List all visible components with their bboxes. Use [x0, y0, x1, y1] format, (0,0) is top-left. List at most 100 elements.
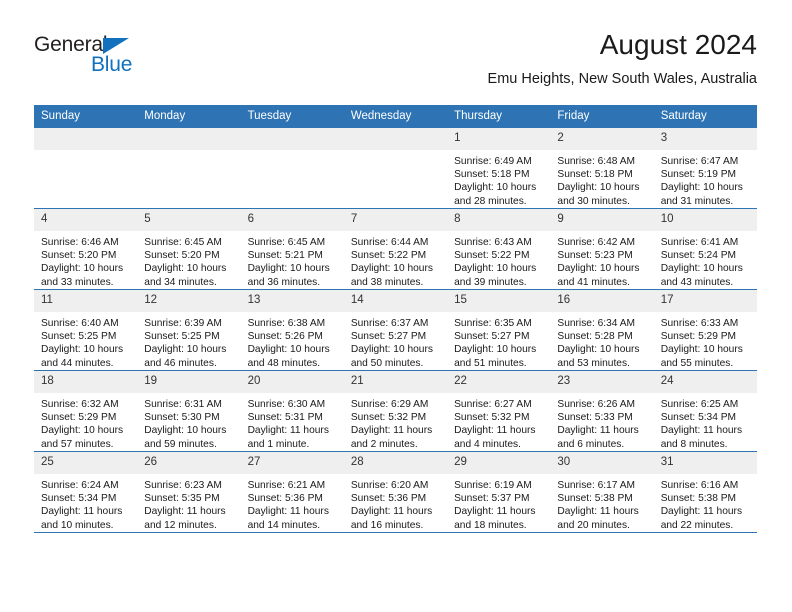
sunrise-time: Sunrise: 6:30 AM [247, 399, 326, 410]
day-number: 21 [343, 371, 448, 393]
daylight-duration-line2: and 51 minutes. [454, 357, 527, 369]
calendar-day-cell[interactable]: 25 Sunrise: 6:24 AM Sunset: 5:34 PM Dayligh… [34, 451, 138, 533]
day-details: Sunrise: 6:44 AM Sunset: 5:22 PM Daylight:… [344, 231, 447, 289]
calendar-day-cell[interactable]: 17 Sunrise: 6:33 AM Sunset: 5:29 PM Dayligh… [653, 289, 757, 371]
calendar-week-row: 25 Sunrise: 6:24 AM Sunset: 5:34 PM Dayligh… [34, 451, 757, 533]
daylight-duration-line1: Daylight: 10 hours [247, 344, 330, 356]
calendar-day-cell[interactable]: 8 Sunrise: 6:43 AM Sunset: 5:22 PM Daylight… [447, 208, 551, 290]
calendar-day-cell[interactable]: 12 Sunrise: 6:39 AM Sunset: 5:25 PM Dayligh… [137, 289, 241, 371]
day-number: 20 [240, 371, 344, 393]
day-details: Sunrise: 6:23 AM Sunset: 5:35 PM Daylight:… [137, 474, 240, 532]
sunset-time: Sunset: 5:35 PM [144, 493, 220, 505]
day-number: 6 [240, 209, 344, 231]
day-details: Sunrise: 6:33 AM Sunset: 5:29 PM Daylight:… [654, 312, 757, 370]
calendar-day-cell[interactable]: 29 Sunrise: 6:19 AM Sunset: 5:37 PM Dayligh… [447, 451, 551, 533]
calendar-day-cell[interactable]: 13 Sunrise: 6:38 AM Sunset: 5:26 PM Dayligh… [240, 289, 344, 371]
sunrise-time: Sunrise: 6:24 AM [41, 480, 119, 491]
calendar-day-cell[interactable]: 4 Sunrise: 6:46 AM Sunset: 5:20 PM Daylight… [34, 208, 138, 290]
calendar-day-cell[interactable]: 31 Sunrise: 6:16 AM Sunset: 5:38 PM Dayligh… [653, 451, 757, 533]
calendar-day-cell[interactable]: 24 Sunrise: 6:25 AM Sunset: 5:34 PM Dayligh… [653, 370, 757, 452]
calendar-day-cell[interactable]: 28 Sunrise: 6:20 AM Sunset: 5:36 PM Dayligh… [343, 451, 448, 533]
day-details: Sunrise: 6:21 AM Sunset: 5:36 PM Daylight:… [241, 474, 344, 532]
daylight-duration-line2: and 55 minutes. [660, 357, 734, 369]
day-details: Sunrise: 6:40 AM Sunset: 5:25 PM Daylight:… [34, 312, 137, 370]
day-details: Sunrise: 6:49 AM Sunset: 5:18 PM Daylight:… [447, 150, 550, 208]
weekday-header-wednesday: Wednesday [343, 105, 448, 128]
day-number: 22 [447, 371, 551, 393]
calendar-day-cell[interactable]: 22 Sunrise: 6:27 AM Sunset: 5:32 PM Dayligh… [447, 370, 551, 452]
calendar-week-row: 1 Sunrise: 6:49 AM Sunset: 5:18 PM Daylight… [34, 128, 757, 209]
day-number [34, 128, 138, 150]
logo-triangle-icon [103, 38, 129, 54]
sunrise-time: Sunrise: 6:32 AM [41, 399, 119, 410]
calendar-day-cell[interactable]: 27 Sunrise: 6:21 AM Sunset: 5:36 PM Dayligh… [240, 451, 344, 533]
daylight-duration-line2: and 39 minutes. [454, 276, 527, 288]
day-number: 3 [653, 128, 757, 150]
calendar-cell-empty [34, 128, 138, 209]
day-number: 16 [550, 290, 654, 312]
calendar-day-cell[interactable]: 19 Sunrise: 6:31 AM Sunset: 5:30 PM Dayligh… [137, 370, 241, 452]
daylight-duration-line1: Daylight: 11 hours [660, 506, 743, 518]
sunrise-time: Sunrise: 6:45 AM [144, 237, 222, 248]
daylight-duration-line2: and 53 minutes. [557, 357, 630, 369]
calendar-day-cell[interactable]: 21 Sunrise: 6:29 AM Sunset: 5:32 PM Dayligh… [343, 370, 448, 452]
day-details: Sunrise: 6:46 AM Sunset: 5:20 PM Daylight:… [34, 231, 137, 289]
day-number: 27 [240, 452, 344, 474]
sunset-time: Sunset: 5:25 PM [144, 331, 220, 343]
sunset-time: Sunset: 5:32 PM [350, 412, 427, 424]
day-details: Sunrise: 6:20 AM Sunset: 5:36 PM Daylight:… [344, 474, 447, 532]
day-number: 17 [653, 290, 757, 312]
daylight-duration-line1: Daylight: 10 hours [660, 344, 743, 356]
day-details: Sunrise: 6:31 AM Sunset: 5:30 PM Daylight:… [137, 393, 240, 451]
calendar-day-cell[interactable]: 9 Sunrise: 6:42 AM Sunset: 5:23 PM Daylight… [550, 208, 654, 290]
sunrise-time: Sunrise: 6:40 AM [41, 318, 119, 329]
weekday-header-sunday: Sunday [34, 105, 138, 128]
sunrise-time: Sunrise: 6:49 AM [454, 156, 532, 167]
daylight-duration-line1: Daylight: 10 hours [454, 182, 537, 194]
daylight-duration-line2: and 6 minutes. [557, 438, 625, 450]
calendar-day-cell[interactable]: 2 Sunrise: 6:48 AM Sunset: 5:18 PM Daylight… [550, 128, 654, 209]
sunset-time: Sunset: 5:24 PM [660, 250, 737, 262]
calendar-day-cell[interactable]: 18 Sunrise: 6:32 AM Sunset: 5:29 PM Dayligh… [34, 370, 138, 452]
day-number: 15 [447, 290, 551, 312]
calendar-day-cell[interactable]: 3 Sunrise: 6:47 AM Sunset: 5:19 PM Daylight… [653, 128, 757, 209]
sunrise-time: Sunrise: 6:39 AM [144, 318, 222, 329]
calendar-day-cell[interactable]: 15 Sunrise: 6:35 AM Sunset: 5:27 PM Dayligh… [447, 289, 551, 371]
calendar-day-cell[interactable]: 14 Sunrise: 6:37 AM Sunset: 5:27 PM Dayligh… [343, 289, 448, 371]
daylight-duration-line2: and 44 minutes. [41, 357, 114, 369]
day-details [241, 150, 344, 155]
calendar-day-cell[interactable]: 10 Sunrise: 6:41 AM Sunset: 5:24 PM Dayligh… [653, 208, 757, 290]
day-number [240, 128, 344, 150]
daylight-duration-line1: Daylight: 11 hours [557, 425, 639, 437]
calendar-day-cell[interactable]: 6 Sunrise: 6:45 AM Sunset: 5:21 PM Daylight… [240, 208, 344, 290]
daylight-duration-line2: and 33 minutes. [41, 276, 114, 288]
daylight-duration-line2: and 30 minutes. [557, 195, 630, 207]
daylight-duration-line1: Daylight: 11 hours [247, 425, 329, 437]
daylight-duration-line1: Daylight: 11 hours [350, 506, 433, 518]
daylight-duration-line1: Daylight: 10 hours [41, 425, 124, 437]
calendar-day-cell[interactable]: 20 Sunrise: 6:30 AM Sunset: 5:31 PM Dayligh… [240, 370, 344, 452]
day-details [34, 150, 137, 155]
general-blue-logo[interactable]: General Blue [34, 33, 164, 81]
calendar-day-cell[interactable]: 5 Sunrise: 6:45 AM Sunset: 5:20 PM Daylight… [137, 208, 241, 290]
daylight-duration-line1: Daylight: 11 hours [454, 425, 536, 437]
sunset-time: Sunset: 5:33 PM [557, 412, 633, 424]
calendar-day-cell[interactable]: 7 Sunrise: 6:44 AM Sunset: 5:22 PM Daylight… [343, 208, 448, 290]
daylight-duration-line1: Daylight: 10 hours [660, 263, 743, 275]
calendar-day-cell[interactable]: 16 Sunrise: 6:34 AM Sunset: 5:28 PM Dayligh… [550, 289, 654, 371]
calendar-day-cell[interactable]: 1 Sunrise: 6:49 AM Sunset: 5:18 PM Daylight… [447, 128, 551, 209]
daylight-duration-line2: and 38 minutes. [350, 276, 424, 288]
daylight-duration-line2: and 41 minutes. [557, 276, 630, 288]
day-number: 18 [34, 371, 138, 393]
daylight-duration-line1: Daylight: 10 hours [144, 344, 227, 356]
daylight-duration-line2: and 4 minutes. [454, 438, 521, 450]
page-header: General Blue August 2024 Emu Heights, Ne… [0, 0, 792, 100]
calendar-day-cell[interactable]: 30 Sunrise: 6:17 AM Sunset: 5:38 PM Dayligh… [550, 451, 654, 533]
calendar-day-cell[interactable]: 23 Sunrise: 6:26 AM Sunset: 5:33 PM Dayligh… [550, 370, 654, 452]
day-details: Sunrise: 6:19 AM Sunset: 5:37 PM Daylight:… [447, 474, 550, 532]
calendar-day-cell[interactable]: 26 Sunrise: 6:23 AM Sunset: 5:35 PM Dayligh… [137, 451, 241, 533]
title-block: August 2024 Emu Heights, New South Wales… [488, 28, 757, 88]
weekday-header-thursday: Thursday [447, 105, 551, 128]
sunset-time: Sunset: 5:22 PM [350, 250, 427, 262]
calendar-day-cell[interactable]: 11 Sunrise: 6:40 AM Sunset: 5:25 PM Dayligh… [34, 289, 138, 371]
